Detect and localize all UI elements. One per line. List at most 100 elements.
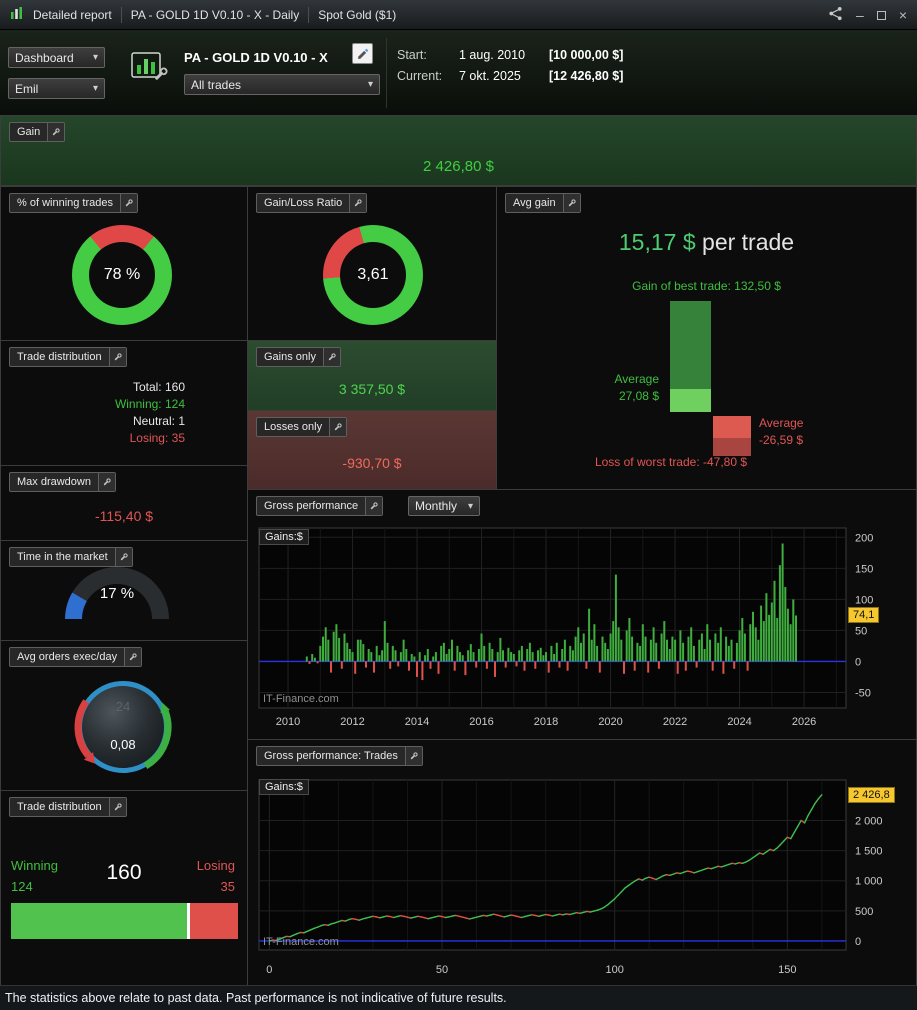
period-select[interactable]: Monthly ▾ xyxy=(408,496,480,516)
winning-pct-title: % of winning trades xyxy=(10,194,120,212)
period-select-value: Monthly xyxy=(415,499,457,513)
wrench-icon[interactable] xyxy=(109,348,126,366)
report-period-info: Start: 1 aug. 2010 [10 000,00 $] Current… xyxy=(397,48,623,83)
gain-loss-ratio-header: Gain/Loss Ratio xyxy=(256,193,367,213)
svg-text:1 000: 1 000 xyxy=(855,876,883,888)
best-trade-line: Gain of best trade: 132,50 $ xyxy=(497,279,916,293)
gains-only-header: Gains only xyxy=(256,347,341,367)
ratio-donut-label: 3,61 xyxy=(340,242,406,308)
chevron-down-icon: ▾ xyxy=(368,79,373,90)
trade-distribution-bar-title: Trade distribution xyxy=(10,798,109,816)
svg-text:2022: 2022 xyxy=(663,716,687,728)
series-label: Gains:$ xyxy=(259,779,309,795)
svg-text:0: 0 xyxy=(855,936,861,948)
winning-pct-panel: % of winning trades 78 % xyxy=(0,186,248,341)
detailed-report-window: Detailed report PA - GOLD 1D V0.10 - X -… xyxy=(0,0,917,1010)
titlebar-divider xyxy=(121,7,122,23)
window-subtitle: PA - GOLD 1D V0.10 - X - Daily xyxy=(131,8,300,22)
last-value-badge: 2 426,8 xyxy=(848,787,895,803)
gains-only-value: 3 357,50 $ xyxy=(248,381,496,397)
svg-text:2014: 2014 xyxy=(405,716,429,728)
losing-summary: Losing 35 xyxy=(197,855,235,897)
wrench-icon[interactable] xyxy=(98,473,115,491)
worst-loss-segment xyxy=(713,438,751,456)
losses-only-value: -930,70 $ xyxy=(248,455,496,471)
wrench-icon[interactable] xyxy=(563,194,580,212)
max-drawdown-header: Max drawdown xyxy=(9,472,116,492)
svg-text:IT-Finance.com: IT-Finance.com xyxy=(263,693,339,705)
svg-text:2020: 2020 xyxy=(598,716,622,728)
trades-filter-select[interactable]: All trades ▾ xyxy=(184,74,380,95)
svg-text:IT-Finance.com: IT-Finance.com xyxy=(263,936,339,948)
avg-loss-annotation-value: -26,59 $ xyxy=(759,432,803,449)
wrench-icon[interactable] xyxy=(323,348,340,366)
losses-only-title: Losses only xyxy=(257,418,329,436)
losing-count: 35 xyxy=(197,876,235,897)
time-in-market-panel: Time in the market 17 % xyxy=(0,540,248,641)
strategy-name: PA - GOLD 1D V0.10 - X xyxy=(184,50,328,65)
ratio-value: 3,61 xyxy=(357,266,388,284)
svg-text:0: 0 xyxy=(266,964,272,976)
avg-gain-annotation: Average 27,08 $ xyxy=(615,371,659,405)
svg-text:200: 200 xyxy=(855,532,873,544)
svg-text:2012: 2012 xyxy=(340,716,364,728)
trade-distribution-panel: Trade distribution Total: 160 Winning: 1… xyxy=(0,340,248,466)
wrench-icon[interactable] xyxy=(47,123,64,141)
time-in-market-title: Time in the market xyxy=(10,548,115,566)
wrench-icon[interactable] xyxy=(365,497,382,515)
trades-filter-value: All trades xyxy=(191,78,241,92)
wrench-icon[interactable] xyxy=(109,798,126,816)
gross-performance-trades-panel: Gross performance: Trades Gains:$ 2 426,… xyxy=(247,739,917,986)
avg-orders-panel: Avg orders exec/day 24 0,08 xyxy=(0,640,248,791)
edit-icon[interactable] xyxy=(352,43,373,64)
avg-loss-annotation-label: Average xyxy=(759,415,803,432)
svg-text:1 500: 1 500 xyxy=(855,846,883,858)
avg-orders-header: Avg orders exec/day xyxy=(9,647,142,667)
svg-text:500: 500 xyxy=(855,906,873,918)
wrench-icon[interactable] xyxy=(124,648,141,666)
gains-only-title: Gains only xyxy=(257,348,323,366)
wrench-icon[interactable] xyxy=(115,548,132,566)
max-drawdown-panel: Max drawdown -115,40 $ xyxy=(0,465,248,541)
wrench-icon[interactable] xyxy=(329,418,346,436)
loss-bar xyxy=(713,416,751,456)
svg-text:2016: 2016 xyxy=(469,716,493,728)
report-settings-button[interactable] xyxy=(126,48,174,92)
avg-gain-annotation-value: 27,08 $ xyxy=(615,388,659,405)
current-capital: [12 426,80 $] xyxy=(549,69,623,83)
losses-only-header: Losses only xyxy=(256,417,347,437)
table-row: Neutral: 1 xyxy=(115,413,185,430)
minimize-button[interactable]: – xyxy=(856,8,864,22)
svg-text:0: 0 xyxy=(855,656,861,668)
trade-distribution-bar-header: Trade distribution xyxy=(9,797,127,817)
equity-curve-chart[interactable]: 2 0001 5001 0005000050100150IT-Finance.c… xyxy=(248,770,917,986)
table-row: Winning: 124 xyxy=(115,396,185,413)
wrench-icon[interactable] xyxy=(405,747,422,765)
svg-text:2018: 2018 xyxy=(534,716,558,728)
close-button[interactable]: × xyxy=(899,8,907,22)
current-date: 7 okt. 2025 xyxy=(459,69,549,83)
gross-performance-trades-title: Gross performance: Trades xyxy=(257,747,405,765)
gain-panel-header: Gain xyxy=(9,122,65,142)
chevron-down-icon: ▾ xyxy=(93,52,98,63)
trade-distribution-header: Trade distribution xyxy=(9,347,127,367)
avg-gain-title: Avg gain xyxy=(506,194,563,212)
start-date: 1 aug. 2010 xyxy=(459,48,549,62)
svg-text:100: 100 xyxy=(605,964,623,976)
svg-text:150: 150 xyxy=(778,964,796,976)
dashboard-select[interactable]: Dashboard ▾ xyxy=(8,47,105,68)
svg-text:150: 150 xyxy=(855,563,873,575)
gain-value: 2 426,80 $ xyxy=(1,158,916,175)
share-icon[interactable] xyxy=(828,6,843,24)
maximize-button[interactable] xyxy=(877,8,886,22)
window-instrument: Spot Gold ($1) xyxy=(318,8,396,22)
profile-select[interactable]: Emil ▾ xyxy=(8,78,105,99)
dashboard-select-value: Dashboard xyxy=(15,51,74,65)
winning-segment xyxy=(11,903,187,939)
svg-text:2026: 2026 xyxy=(792,716,816,728)
wrench-icon[interactable] xyxy=(120,194,137,212)
gross-performance-monthly-chart[interactable]: 200150100500-502010201220142016201820202… xyxy=(248,520,917,740)
wrench-icon[interactable] xyxy=(349,194,366,212)
chevron-down-icon: ▾ xyxy=(93,83,98,94)
winning-donut-chart: 78 % xyxy=(72,225,172,325)
